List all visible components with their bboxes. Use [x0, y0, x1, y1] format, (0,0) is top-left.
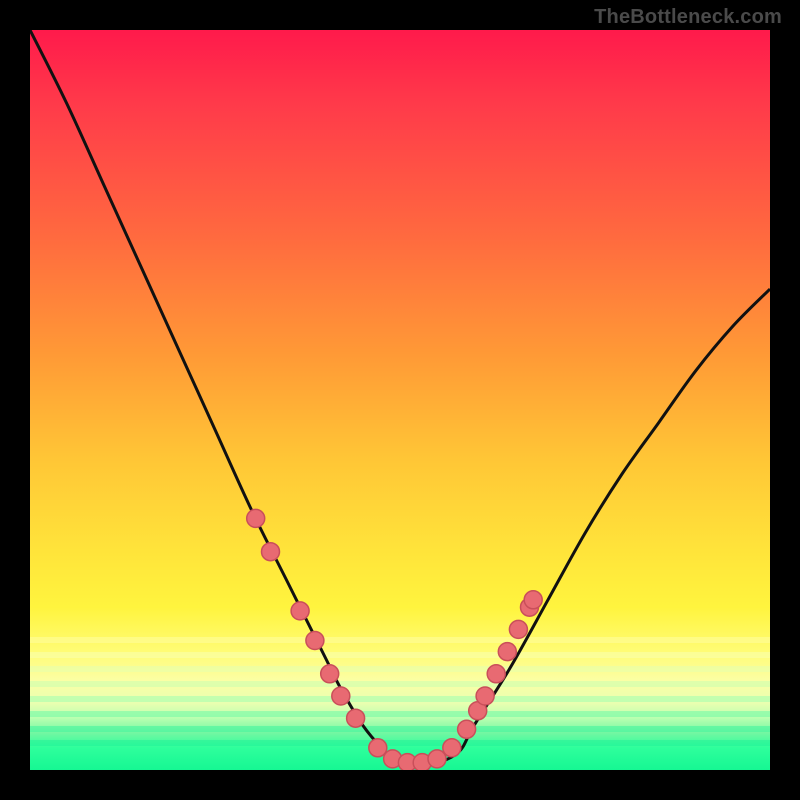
watermark-text: TheBottleneck.com	[594, 6, 782, 29]
data-marker	[306, 632, 324, 650]
data-marker	[487, 665, 505, 683]
data-marker	[498, 643, 516, 661]
data-marker	[524, 591, 542, 609]
data-marker	[458, 720, 476, 738]
data-marker	[332, 687, 350, 705]
data-marker	[509, 620, 527, 638]
data-marker	[291, 602, 309, 620]
curve-svg	[30, 30, 770, 770]
plot-area	[30, 30, 770, 770]
curve-dots	[247, 509, 543, 770]
data-marker	[247, 509, 265, 527]
bottleneck-curve	[30, 30, 770, 763]
data-marker	[476, 687, 494, 705]
data-marker	[428, 750, 446, 768]
data-marker	[347, 709, 365, 727]
data-marker	[443, 739, 461, 757]
data-marker	[321, 665, 339, 683]
data-marker	[262, 543, 280, 561]
data-marker	[369, 739, 387, 757]
chart-frame: TheBottleneck.com	[0, 0, 800, 800]
